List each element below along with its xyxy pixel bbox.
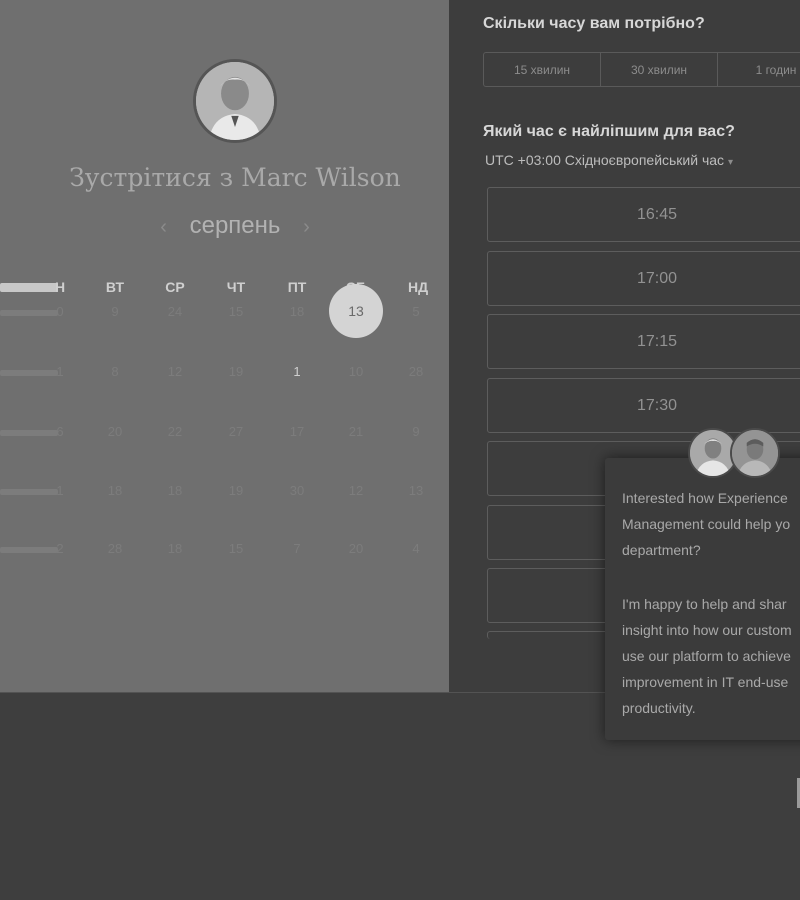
calendar-day[interactable]: 8 [95,364,135,379]
calendar-day[interactable]: 22 [155,424,195,439]
chat-message-line: insight into how our custom [622,622,792,638]
calendar-day[interactable]: 20 [336,541,376,556]
time-question: Який час є найліпшим для вас? [483,123,735,140]
calendar-day[interactable]: 12 [336,483,376,498]
calendar-day[interactable]: 18 [95,483,135,498]
calendar-day[interactable]: 24 [155,304,195,319]
calendar-day[interactable]: 27 [216,424,256,439]
weekday-tue: ВТ [105,279,125,295]
time-slot-label: 17:15 [636,332,678,350]
calendar-day[interactable]: 19 [216,483,256,498]
calendar-day[interactable]: 1 [40,364,80,379]
calendar-day[interactable]: 0 [40,304,80,319]
duration-option-60[interactable]: 1 годин [717,52,800,87]
calendar-day[interactable]: 28 [396,364,436,379]
duration-option-30[interactable]: 30 хвилин [600,52,718,87]
month-navigator: ‹ серпень › [0,212,470,240]
chat-message-line: Interested how Experience [622,490,788,506]
chat-message-line: I'm happy to help and shar [622,596,787,612]
weekday-sun: НД [407,279,429,295]
calendar-day[interactable]: 10 [336,364,376,379]
calendar-day[interactable]: 17 [277,424,317,439]
calendar-day[interactable]: 15 [216,541,256,556]
calendar-day[interactable]: 21 [336,424,376,439]
weekday-mon: Н [54,279,66,295]
chat-message-line: Management could help yo [622,516,791,532]
calendar-day[interactable]: 5 [396,304,436,319]
calendar-day[interactable]: 1 [40,483,80,498]
calendar-day[interactable]: 6 [40,424,80,439]
chat-message-line: department? [622,542,701,558]
calendar-day[interactable]: 13 [396,483,436,498]
calendar-day[interactable]: 4 [396,541,436,556]
time-slot-label: 16:45 [636,205,678,223]
chat-message-line: use our platform to achieve [622,648,791,664]
time-slot[interactable]: 16:45 [487,187,800,242]
time-slot-label: 17:30 [636,396,678,414]
meeting-title: Зустрітися з Marc Wilson [69,163,401,192]
chat-message-line: productivity. [622,700,696,716]
time-slot[interactable]: 17:00 [487,251,800,306]
previous-month-icon[interactable]: ‹ [160,216,167,239]
calendar-day-available[interactable]: 1 [277,364,317,379]
time-slot[interactable]: 17:15 [487,314,800,369]
weekday-wed: СР [165,279,185,295]
weekday-fri: ПТ [287,279,307,295]
calendar-day[interactable]: 18 [277,304,317,319]
time-slot-label: 17:00 [636,269,678,287]
chat-agent-avatar [730,428,780,478]
time-slot[interactable]: 17:30 [487,378,800,433]
calendar-day[interactable]: 12 [155,364,195,379]
calendar-day[interactable]: 28 [95,541,135,556]
calendar-day[interactable]: 18 [155,541,195,556]
selected-day[interactable]: 13 [329,284,383,338]
calendar-day[interactable]: 20 [95,424,135,439]
month-label: серпень [189,212,281,239]
calendar-day[interactable]: 19 [216,364,256,379]
calendar-day[interactable]: 9 [396,424,436,439]
caret-down-icon: ▾ [728,157,734,168]
calendar-day[interactable]: 18 [155,483,195,498]
chat-message-line: improvement in IT end-use [622,674,789,690]
calendar-day[interactable]: 7 [277,541,317,556]
timezone-label: UTC +03:00 Східноєвропейський час [485,152,725,168]
calendar-day[interactable]: 9 [95,304,135,319]
calendar-day[interactable]: 2 [40,541,80,556]
next-month-icon[interactable]: › [303,216,310,239]
timezone-selector[interactable]: UTC +03:00 Східноєвропейський час ▾ [485,152,733,168]
calendar-day[interactable]: 30 [277,483,317,498]
duration-option-15[interactable]: 15 хвилин [483,52,601,87]
weekday-thu: ЧТ [226,279,246,295]
duration-question: Скільки часу вам потрібно? [483,15,705,32]
host-avatar [193,59,277,143]
calendar-day[interactable]: 15 [216,304,256,319]
